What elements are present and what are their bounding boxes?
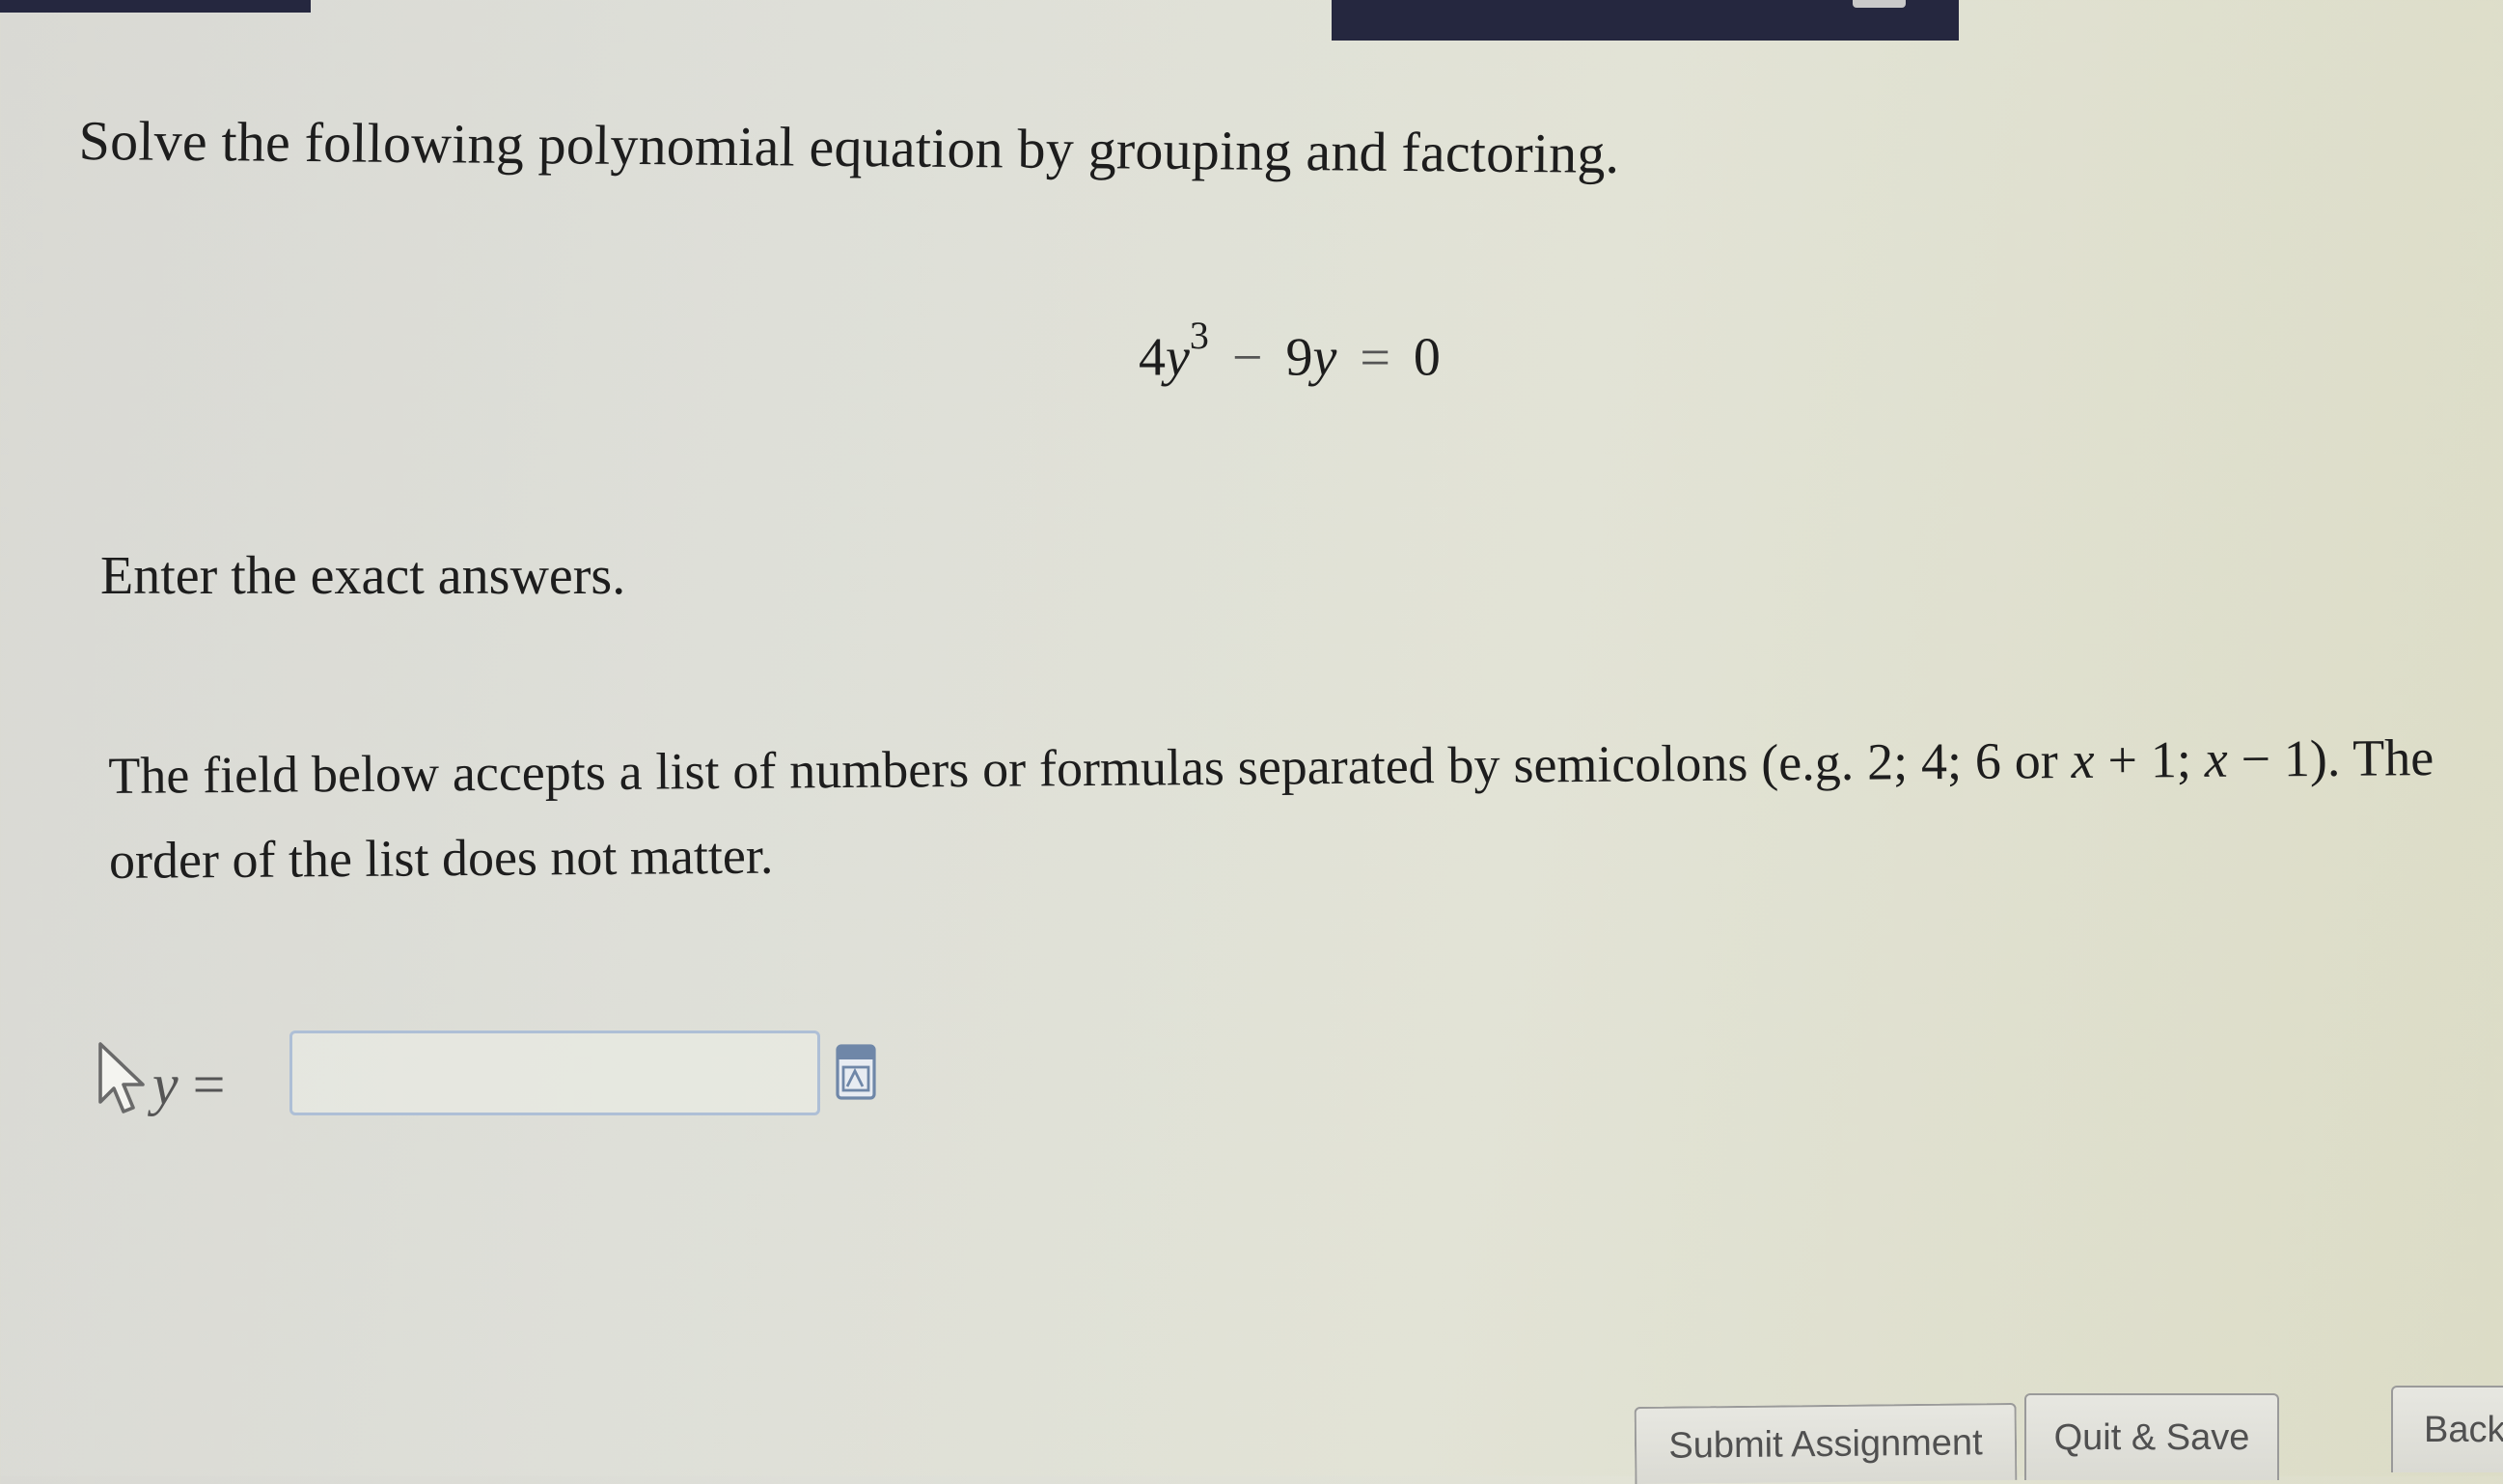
question-instruction: Solve the following polynomial equation … [78,108,1620,185]
equation-coefficient-2: 9 [1285,327,1313,388]
equation-editor-icon[interactable] [836,1044,876,1100]
field-description: The field below accepts a list of number… [108,715,2434,903]
equation-exponent: 3 [1189,314,1209,357]
field-description-math-minus: − 1 [2227,729,2311,788]
field-description-math-x1: x [2071,730,2095,790]
arrow-cursor-icon [98,1042,145,1113]
equation-equals: = [1360,327,1390,388]
nav-tab-handle[interactable] [1853,0,1906,8]
submit-assignment-button[interactable]: Submit Assignment [1634,1402,2018,1484]
exact-answers-prompt: Enter the exact answers. [100,546,626,606]
equation-variable-2: y [1312,327,1337,388]
equation-coefficient-1: 4 [1139,327,1166,388]
polynomial-equation: 4y3 − 9y = 0 [1139,314,1441,389]
answer-equals: = [192,1053,226,1116]
top-nav-bar-right [1332,0,1959,41]
equation-rhs: 0 [1413,327,1441,388]
answer-row: y = [93,1031,922,1137]
equation-minus: − [1231,327,1263,388]
quit-and-save-button[interactable]: Quit & Save [2024,1393,2279,1480]
top-nav-bar-left [0,0,311,13]
answer-variable-label: y = [152,1052,225,1118]
back-button[interactable]: Back [2391,1386,2503,1472]
answer-variable: y [152,1053,179,1116]
field-description-math-plus: + 1; [2094,729,2205,789]
field-description-math-x2: x [2204,729,2228,788]
equation-variable-1: y [1166,327,1190,388]
field-description-text: The field below accepts a list of number… [108,731,2072,805]
answer-input[interactable] [289,1031,820,1115]
